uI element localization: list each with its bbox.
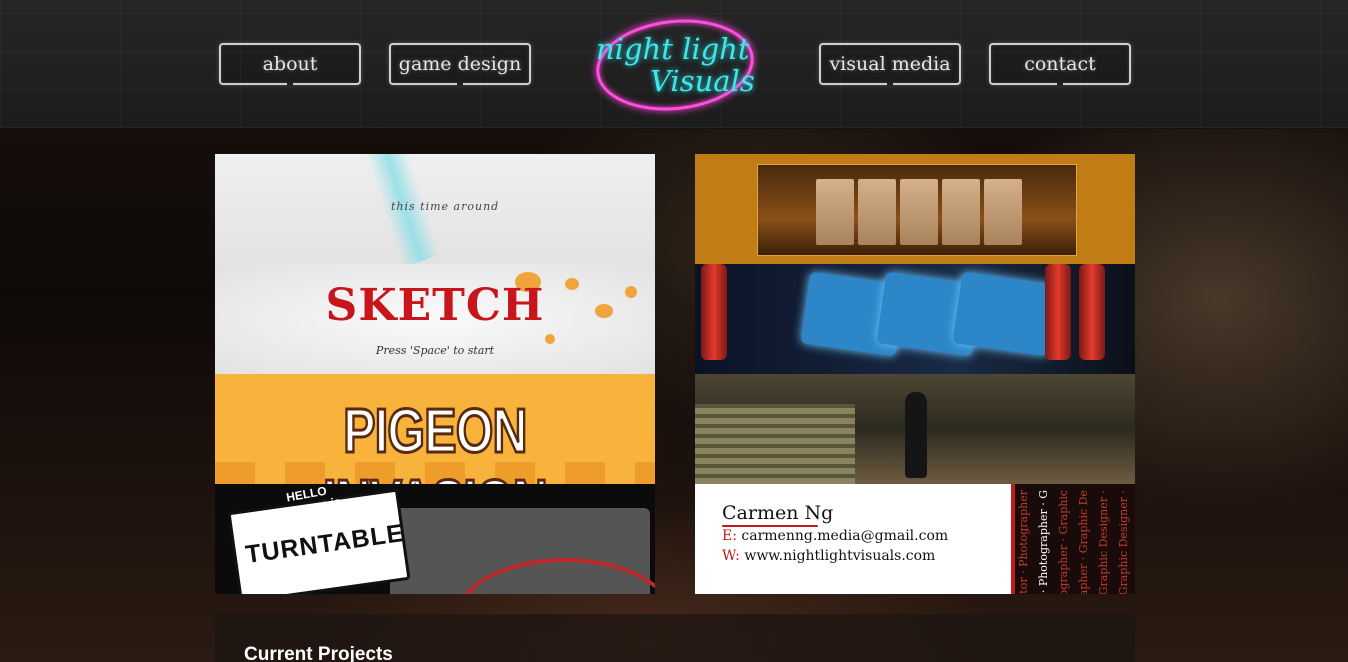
role-text: Graphic Designer · [1097, 490, 1110, 594]
panda-card [952, 271, 1058, 357]
pigeon-title: PIGEON INVASION [322, 396, 549, 485]
role-text: Photographer · Graphic De [1077, 490, 1090, 594]
logo-line1: night light [596, 32, 750, 66]
soda-can [701, 264, 727, 360]
sketch-subtitle: Press 'Space' to start [375, 344, 495, 357]
project-tile-street-photo[interactable] [695, 374, 1135, 484]
card-email-line: E: carmenng.media@gmail.com [722, 528, 949, 544]
coffee-photo [757, 164, 1077, 256]
project-tile-coffee-bags[interactable] [695, 154, 1135, 264]
project-tile-this-time[interactable]: this time around [215, 154, 655, 264]
soda-can [1079, 264, 1105, 360]
role-text: Video Editor · Photographer [1017, 490, 1030, 594]
current-projects-section: Current Projects [215, 614, 1135, 662]
sketch-title: SKETCH [325, 280, 545, 331]
card-web-line: W: www.nightlightvisuals.com [722, 548, 936, 564]
role-text: Graphic Designer · [1117, 490, 1130, 594]
coffee-bag [858, 179, 896, 245]
street-wall [695, 404, 855, 484]
coffee-bag [816, 179, 854, 245]
soda-can [1045, 264, 1071, 360]
project-tile-pigeon-invasion[interactable]: PIGEON INVASION [215, 374, 655, 484]
project-tile-business-card[interactable]: Carmen Ng E: carmenng.media@gmail.com W:… [695, 484, 1135, 594]
section-title: Current Projects [244, 644, 393, 662]
project-tile-sketch[interactable]: SKETCH Press 'Space' to start [215, 264, 655, 374]
coffee-bag [984, 179, 1022, 245]
role-text: · Photographer · Graphic [1057, 490, 1070, 594]
nav-about-button[interactable]: about [219, 43, 361, 86]
logo-line2: Visuals [650, 64, 755, 98]
nav-game-design-button[interactable]: game design [389, 43, 531, 86]
tile-text: this time around [391, 200, 500, 213]
site-logo[interactable]: night light Visuals [590, 11, 760, 119]
name-underline [722, 525, 818, 527]
role-text: Editor · Photographer · G [1037, 490, 1050, 594]
card-name: Carmen Ng [722, 502, 834, 524]
project-tile-turntable[interactable]: HELLO my name is TURNTABLE [215, 484, 655, 594]
nav-contact-button[interactable]: contact [989, 43, 1131, 86]
coffee-bag [900, 179, 938, 245]
paint-splat [545, 334, 555, 344]
roles-strip: Video Editor · Photographer Editor · Pho… [1011, 484, 1135, 594]
walking-person [905, 392, 927, 478]
site-header: about game design night light Visuals vi… [0, 0, 1348, 129]
project-tile-panda-cards[interactable] [695, 264, 1135, 374]
coffee-bag [942, 179, 980, 245]
nav-visual-media-button[interactable]: visual media [819, 43, 961, 86]
